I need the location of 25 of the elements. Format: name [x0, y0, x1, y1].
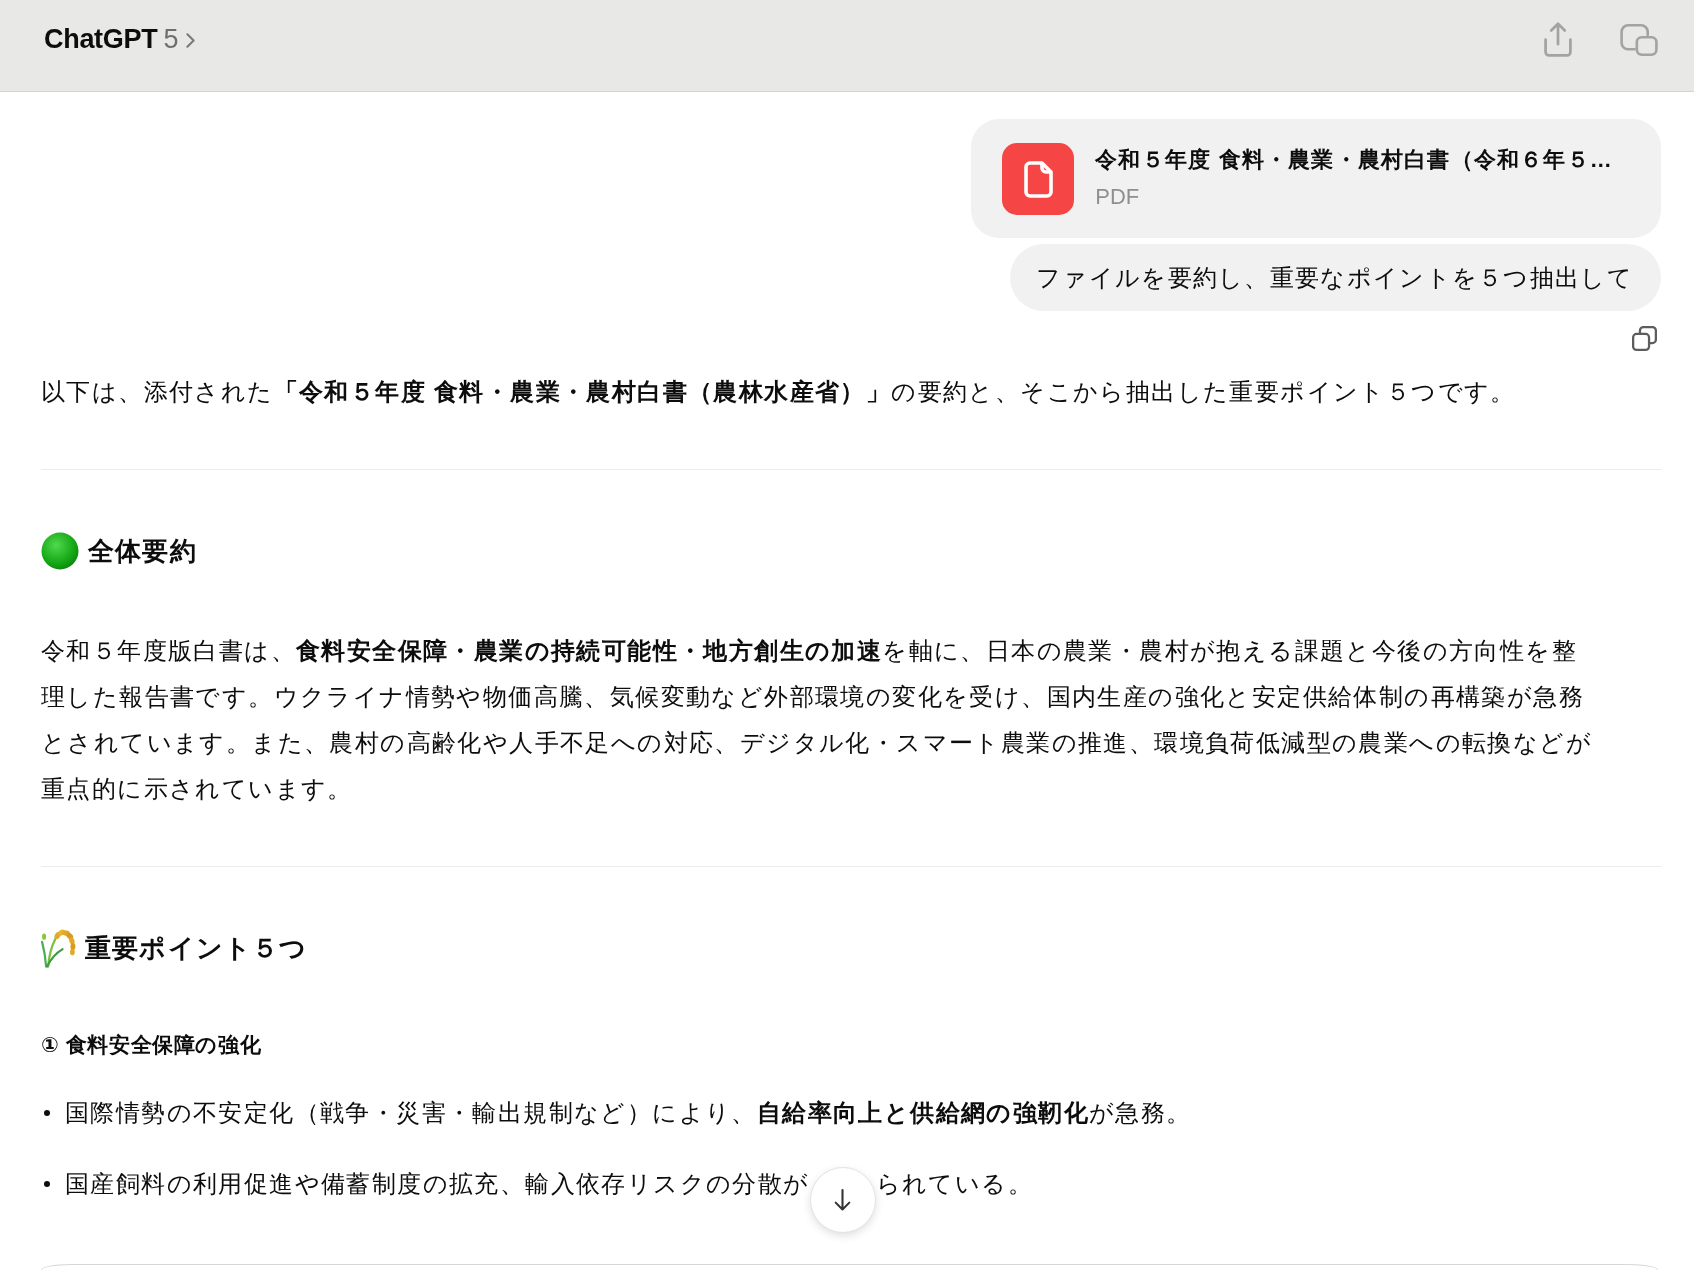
- model-picker-button[interactable]: ChatGPT 5: [44, 24, 196, 55]
- overlapping-squares-icon[interactable]: [1620, 23, 1658, 56]
- arrow-down-icon: [834, 1189, 852, 1211]
- section-heading: 全体要約: [88, 535, 197, 568]
- bullet-icon: [44, 1181, 50, 1187]
- message-input-field[interactable]: [41, 1264, 1658, 1270]
- user-message: ファイルを要約し、重要なポイントを５つ抽出して: [1010, 244, 1661, 311]
- document-icon: [1002, 142, 1075, 215]
- intro-text: 以下は、添付された「令和５年度 食料・農業・農村白書（農林水産省）」の要約と、そこから抽出した重要ポイント５つです。: [41, 377, 1517, 407]
- bullet-text: 国際情勢の不安定化（戦争・災害・輸出規制など）により、自給率向上と供給網の強靭化が急務。: [65, 1098, 1192, 1128]
- file-name: 令和５年度 食料・農業・農村白書（令和６年５…: [1095, 146, 1613, 174]
- copy-icon[interactable]: [1632, 326, 1657, 351]
- share-icon[interactable]: [1544, 22, 1572, 57]
- bullet-text: られている。: [875, 1169, 1033, 1199]
- section-heading: 重要ポイント５つ: [85, 932, 308, 965]
- bullet-icon: [44, 1110, 50, 1116]
- scroll-down-button[interactable]: [809, 1167, 876, 1233]
- file-type: PDF: [1095, 183, 1141, 211]
- chevron-icon: [186, 33, 196, 48]
- attachment-card[interactable]: 令和５年度 食料・農業・農村白書（令和６年５… PDF: [971, 119, 1661, 238]
- bullet-text: 国産飼料の利用促進や備蓄制度の拡充、輸入依存リスクの分散が: [65, 1169, 810, 1199]
- summary-paragraph: 令和５年度版白書は、食料安全保障・農業の持続可能性・地方創生の加速を軸に、日本の農業・農村が抱える課題と今後の方向性を整理した報告書です。ウクライナ情勢や物価高騰、気候変動など外部環境の変化を受け、国内生産の強化と安定供給体制の再構築が急務とされています。また、農村の高齢化や人手不足への対応、デジタル化・スマート農業の推進、環境負荷低減型の農業への転換などが重点的に示されています。: [41, 636, 1593, 804]
- rice-plant-icon: [41, 928, 76, 968]
- circle-icon: [41, 532, 79, 570]
- point-heading: ① 食料安全保障の強化: [41, 1032, 263, 1058]
